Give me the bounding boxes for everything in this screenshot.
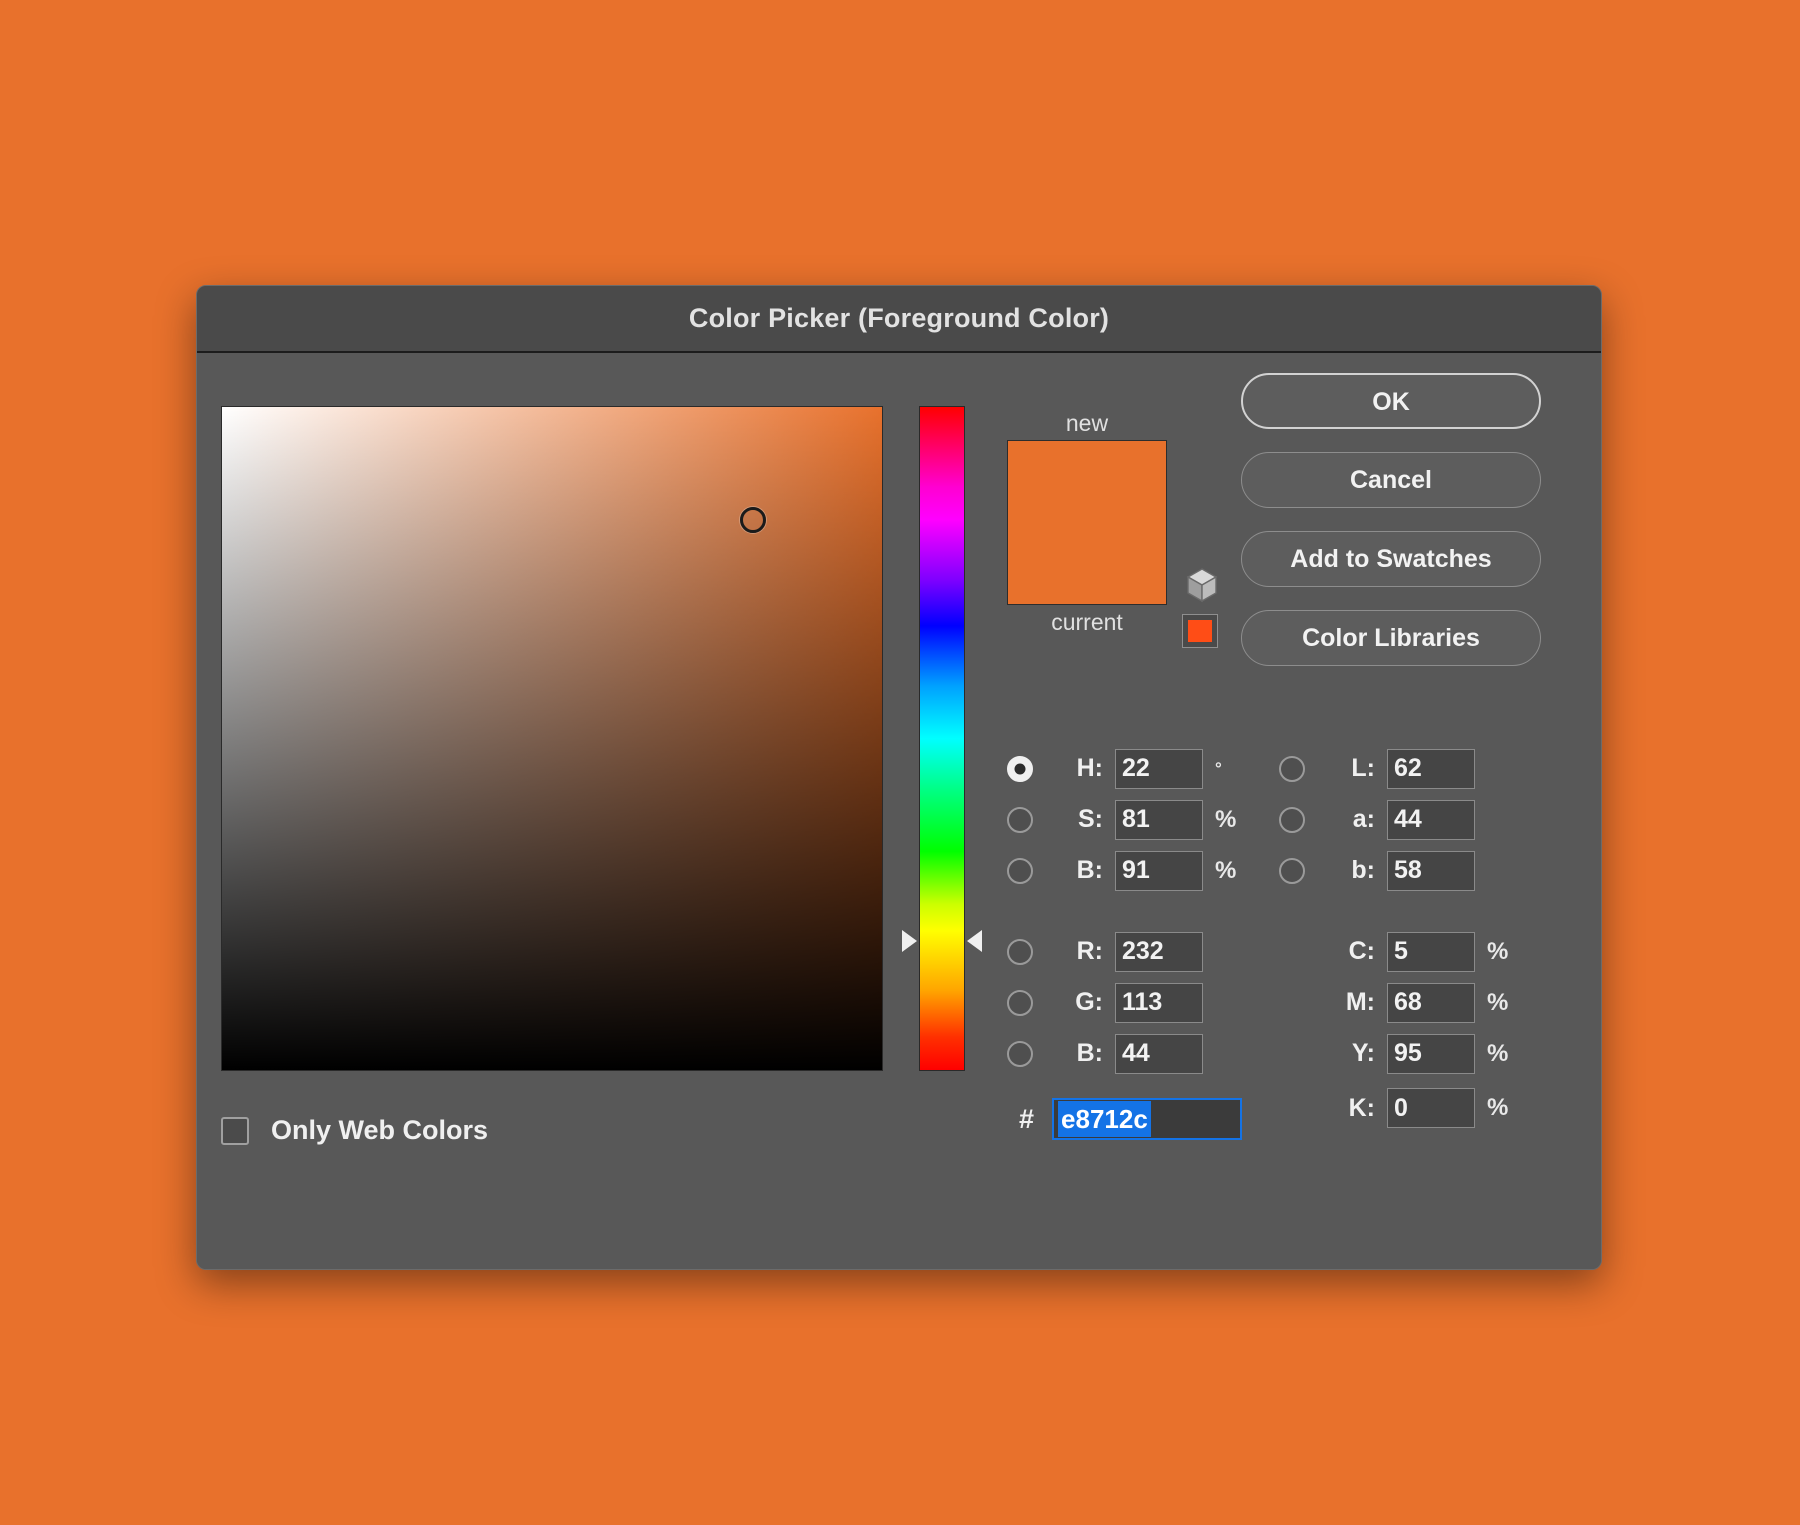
label-l: L: xyxy=(1351,754,1375,782)
input-blue[interactable] xyxy=(1115,1033,1203,1074)
radio-l[interactable] xyxy=(1279,755,1305,782)
unit-m: % xyxy=(1487,988,1509,1016)
hue-gradient-strip[interactable] xyxy=(919,406,965,1071)
unit-k: % xyxy=(1487,1094,1509,1121)
sv-cursor-ring[interactable] xyxy=(740,506,767,533)
unit-y: % xyxy=(1487,1039,1509,1067)
sv-gradient xyxy=(222,407,882,1070)
field-group-l: L: xyxy=(1279,748,1549,789)
only-web-colors-checkbox[interactable] xyxy=(221,1116,249,1145)
hex-input-row: # e8712c xyxy=(1019,1093,1243,1145)
ok-button[interactable]: OK xyxy=(1241,373,1541,429)
field-group-c: C: % xyxy=(1279,931,1549,972)
field-row-b-b: B: % b: xyxy=(1007,845,1577,896)
input-m[interactable] xyxy=(1387,982,1475,1023)
label-a: a: xyxy=(1352,805,1375,833)
dialog-body: new current OK Cancel Add to Swatches Co… xyxy=(197,353,1601,1269)
only-web-colors-option[interactable]: Only Web Colors xyxy=(221,1115,488,1146)
color-value-fields: H: ° L: S: % xyxy=(1007,743,1577,1140)
cube-icon[interactable] xyxy=(1182,565,1222,605)
gamut-warning-group xyxy=(1182,565,1224,648)
hex-value-text: e8712c xyxy=(1058,1101,1151,1137)
hue-slider-right-marker[interactable] xyxy=(967,930,982,953)
label-h: H: xyxy=(1076,754,1103,782)
new-color-label: new xyxy=(1065,410,1109,436)
input-l[interactable] xyxy=(1387,748,1475,789)
field-group-h: H: ° xyxy=(1007,748,1279,789)
unit-h: ° xyxy=(1215,758,1222,778)
websafe-swatch-icon[interactable] xyxy=(1182,614,1218,648)
only-web-colors-label: Only Web Colors xyxy=(271,1115,489,1145)
websafe-color-chip xyxy=(1188,620,1212,642)
hue-slider-left-marker[interactable] xyxy=(902,930,917,953)
input-r[interactable] xyxy=(1115,931,1203,972)
input-g[interactable] xyxy=(1115,982,1203,1023)
radio-h[interactable] xyxy=(1007,755,1033,782)
label-m: M: xyxy=(1345,988,1375,1016)
field-group-g: G: xyxy=(1007,982,1279,1023)
field-group-lab-b: b: xyxy=(1279,850,1549,891)
label-brightness: B: xyxy=(1076,856,1103,884)
color-libraries-button[interactable]: Color Libraries xyxy=(1241,610,1541,666)
cancel-button[interactable]: Cancel xyxy=(1241,452,1541,508)
field-row-s-a: S: % a: xyxy=(1007,794,1577,845)
label-lab-b: b: xyxy=(1351,856,1375,884)
unit-brightness: % xyxy=(1215,856,1237,884)
input-a[interactable] xyxy=(1387,799,1475,840)
radio-brightness[interactable] xyxy=(1007,857,1033,884)
hash-symbol: # xyxy=(1019,1103,1035,1134)
input-c[interactable] xyxy=(1387,931,1475,972)
current-color-swatch[interactable] xyxy=(1008,522,1166,604)
radio-a[interactable] xyxy=(1279,806,1305,833)
saturation-brightness-field[interactable] xyxy=(221,406,883,1071)
field-group-y: Y: % xyxy=(1279,1033,1549,1074)
color-preview-block: new current xyxy=(1007,406,1167,639)
new-current-swatch-pair xyxy=(1007,440,1167,605)
label-r: R: xyxy=(1076,937,1103,965)
new-color-swatch[interactable] xyxy=(1008,441,1166,523)
field-group-blue: B: xyxy=(1007,1033,1279,1074)
radio-g[interactable] xyxy=(1007,989,1033,1016)
field-group-m: M: % xyxy=(1279,982,1549,1023)
label-g: G: xyxy=(1075,988,1103,1016)
input-h[interactable] xyxy=(1115,748,1203,789)
unit-c: % xyxy=(1487,937,1509,965)
radio-lab-b[interactable] xyxy=(1279,857,1305,884)
current-color-label: current xyxy=(1051,609,1123,635)
dialog-button-group: OK Cancel Add to Swatches Color Librarie… xyxy=(1241,373,1541,689)
field-row-hex-k: # e8712c K: % xyxy=(1007,1079,1577,1140)
radio-s[interactable] xyxy=(1007,806,1033,833)
field-group-brightness: B: % xyxy=(1007,850,1279,891)
hue-slider[interactable] xyxy=(902,406,982,1071)
field-group-r: R: xyxy=(1007,931,1279,972)
dialog-titlebar: Color Picker (Foreground Color) xyxy=(197,286,1601,353)
field-row-g-m: G: M: % xyxy=(1007,977,1577,1028)
input-lab-b[interactable] xyxy=(1387,850,1475,891)
add-to-swatches-button[interactable]: Add to Swatches xyxy=(1241,531,1541,587)
hex-input[interactable]: e8712c xyxy=(1052,1098,1243,1140)
field-group-hex: # e8712c xyxy=(1007,1071,1279,1145)
color-picker-dialog: Color Picker (Foreground Color) new curr… xyxy=(196,285,1602,1270)
field-row-r-c: R: C: % xyxy=(1007,926,1577,977)
radio-blue[interactable] xyxy=(1007,1040,1033,1067)
field-group-a: a: xyxy=(1279,799,1549,840)
field-group-k: K: % xyxy=(1279,1088,1549,1128)
input-brightness[interactable] xyxy=(1115,850,1203,891)
label-c: C: xyxy=(1348,937,1375,965)
input-k[interactable] xyxy=(1387,1088,1475,1128)
unit-s: % xyxy=(1215,805,1237,833)
dialog-title: Color Picker (Foreground Color) xyxy=(688,303,1110,333)
label-k: K: xyxy=(1348,1093,1375,1122)
input-s[interactable] xyxy=(1115,799,1203,840)
label-blue: B: xyxy=(1076,1039,1103,1067)
input-y[interactable] xyxy=(1387,1033,1475,1074)
radio-r[interactable] xyxy=(1007,938,1033,965)
field-row-h-l: H: ° L: xyxy=(1007,743,1577,794)
label-y: Y: xyxy=(1351,1039,1375,1067)
field-group-s: S: % xyxy=(1007,799,1279,840)
field-group-divider xyxy=(1007,896,1577,926)
label-s: S: xyxy=(1078,805,1103,833)
